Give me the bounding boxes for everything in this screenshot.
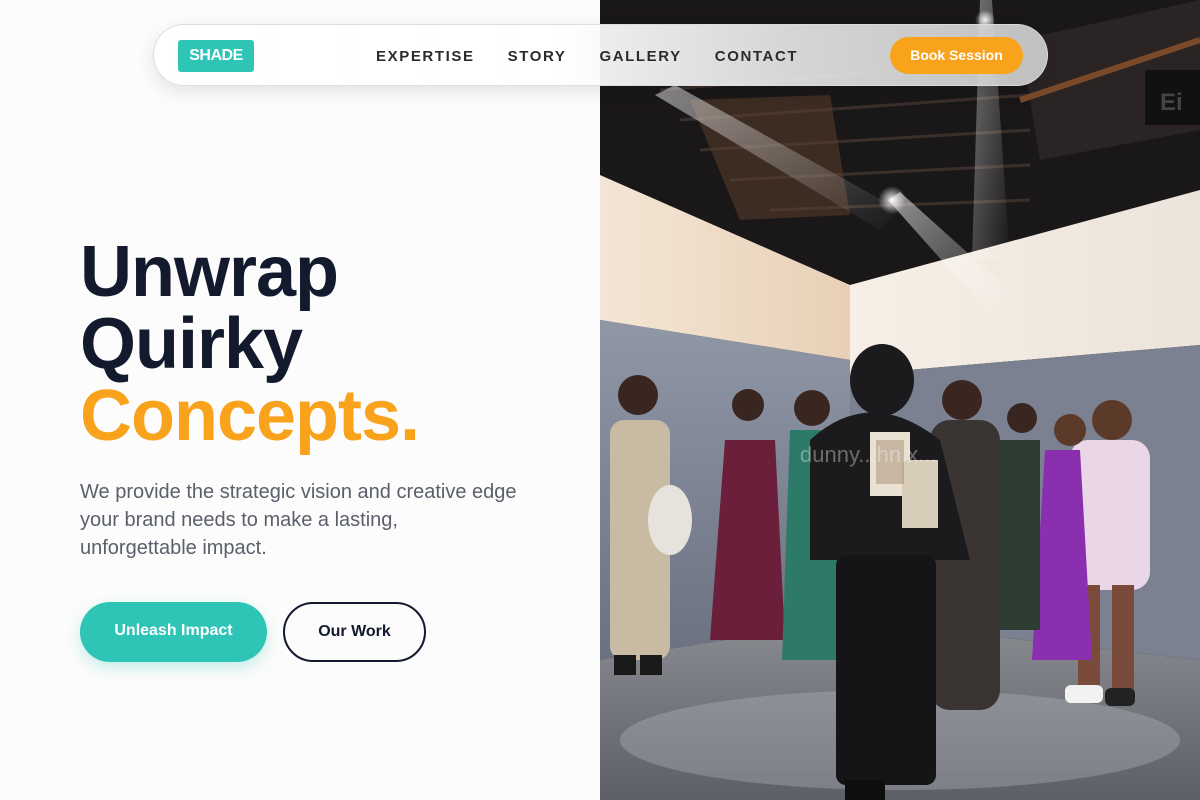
book-session-button[interactable]: Book Session [890, 37, 1023, 74]
nav-links: EXPERTISE STORY GALLERY CONTACT [376, 25, 831, 87]
svg-text:Ei: Ei [1160, 89, 1183, 116]
hero-lead-text: We provide the strategic vision and crea… [80, 481, 517, 559]
top-navigation: SHADE EXPERTISE STORY GALLERY CONTACT Bo… [153, 24, 1048, 86]
nav-link-expertise[interactable]: EXPERTISE [376, 48, 475, 65]
nav-link-contact[interactable]: CONTACT [715, 48, 798, 65]
hero-photo: Ei dunny...hn.x... [600, 0, 1200, 800]
headline-line-1: Unwrap [80, 232, 339, 312]
headline-line-3: Concepts. [80, 376, 420, 456]
our-work-button[interactable]: Our Work [283, 602, 426, 662]
unleash-impact-button[interactable]: Unleash Impact [80, 602, 267, 662]
nav-link-story[interactable]: STORY [508, 48, 567, 65]
brand-logo[interactable]: SHADE [178, 40, 254, 72]
headline-line-2: Quirky [80, 304, 303, 384]
photo-watermark: dunny...hn.x... [800, 442, 937, 467]
hero-headline: Unwrap Quirky Concepts. [80, 232, 420, 456]
nav-link-gallery[interactable]: GALLERY [599, 48, 681, 65]
